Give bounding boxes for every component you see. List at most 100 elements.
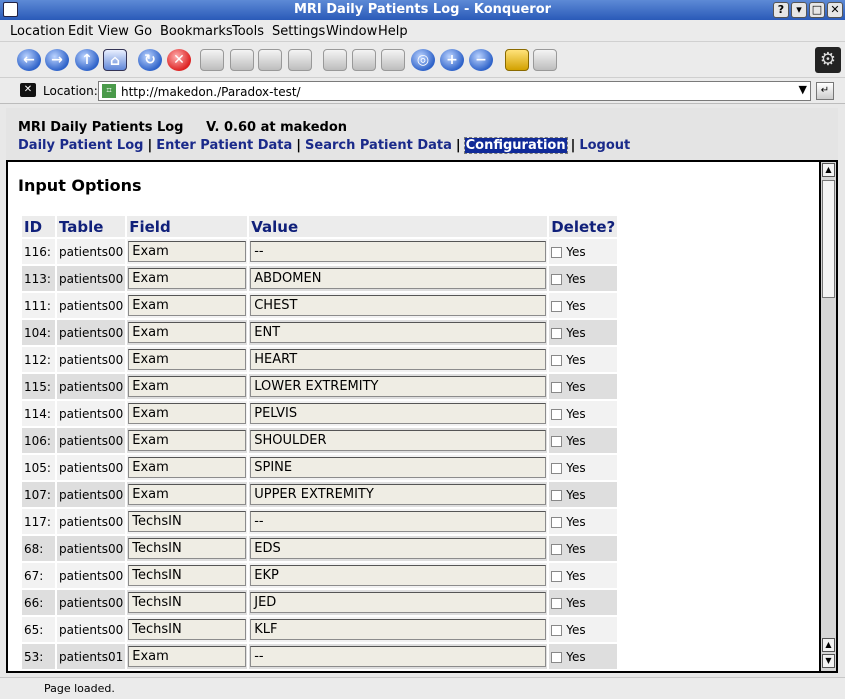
field-input[interactable]: TechsIN xyxy=(128,592,247,613)
menu-edit[interactable]: Edit xyxy=(68,24,93,39)
field-input[interactable]: Exam xyxy=(128,376,247,397)
scroll-down-icon[interactable]: ▼ xyxy=(822,654,835,668)
row-field-cell: Exam xyxy=(127,455,248,480)
delete-checkbox[interactable] xyxy=(551,597,563,609)
value-input[interactable]: EDS xyxy=(250,538,547,559)
value-input[interactable]: UPPER EXTREMITY xyxy=(250,484,547,505)
zoom-icon[interactable]: ◎ xyxy=(411,49,435,71)
delete-checkbox[interactable] xyxy=(551,651,563,663)
help-window-button[interactable]: ? xyxy=(773,2,789,18)
copy-icon[interactable] xyxy=(230,49,254,71)
field-input[interactable]: TechsIN xyxy=(128,565,247,586)
view-icon[interactable] xyxy=(381,49,405,71)
field-input[interactable]: TechsIN xyxy=(128,619,247,640)
menu-help[interactable]: Help xyxy=(378,24,408,39)
cut-icon[interactable] xyxy=(200,49,224,71)
menu-tools[interactable]: Tools xyxy=(232,24,264,39)
value-input[interactable]: KLF xyxy=(250,619,547,640)
nav-configuration[interactable]: Configuration xyxy=(463,137,568,154)
lock-icon[interactable] xyxy=(505,49,529,71)
delete-checkbox[interactable] xyxy=(551,408,563,420)
value-input[interactable]: HEART xyxy=(250,349,547,370)
download-icon[interactable] xyxy=(533,49,557,71)
nav-search-patient-data[interactable]: Search Patient Data xyxy=(305,138,452,153)
delete-checkbox[interactable] xyxy=(551,624,563,636)
row-id: 117: xyxy=(22,509,55,534)
field-input[interactable]: Exam xyxy=(128,241,247,262)
delete-icon[interactable] xyxy=(352,49,376,71)
value-input[interactable]: EKP xyxy=(250,565,547,586)
scroll-up-icon[interactable]: ▲ xyxy=(822,163,835,177)
close-window-button[interactable]: ✕ xyxy=(827,2,843,18)
field-input[interactable]: Exam xyxy=(128,646,247,667)
field-input[interactable]: TechsIN xyxy=(128,511,247,532)
value-input[interactable]: SHOULDER xyxy=(250,430,547,451)
row-delete-cell: Yes xyxy=(549,617,618,642)
zoom-out-icon[interactable]: − xyxy=(469,49,493,71)
field-input[interactable]: Exam xyxy=(128,430,247,451)
menu-bookmarks[interactable]: Bookmarks xyxy=(160,24,233,39)
delete-checkbox[interactable] xyxy=(551,327,563,339)
menu-location[interactable]: Location xyxy=(10,24,65,39)
delete-checkbox[interactable] xyxy=(551,354,563,366)
chevron-down-icon[interactable]: ▼ xyxy=(799,83,807,96)
menu-go[interactable]: Go xyxy=(134,24,152,39)
row-field-cell: Exam xyxy=(127,293,248,318)
field-input[interactable]: Exam xyxy=(128,457,247,478)
field-input[interactable]: Exam xyxy=(128,295,247,316)
scroll-thumb[interactable] xyxy=(822,180,835,298)
reload-icon[interactable]: ↻ xyxy=(138,49,162,71)
delete-checkbox[interactable] xyxy=(551,435,563,447)
maximize-button[interactable]: □ xyxy=(809,2,825,18)
delete-checkbox[interactable] xyxy=(551,516,563,528)
delete-checkbox[interactable] xyxy=(551,570,563,582)
stop-icon[interactable]: ✕ xyxy=(167,49,191,71)
new-folder-icon[interactable] xyxy=(323,49,347,71)
nav-daily-patient-log[interactable]: Daily Patient Log xyxy=(18,138,143,153)
field-input[interactable]: Exam xyxy=(128,322,247,343)
go-button[interactable]: ↵ xyxy=(816,82,834,100)
nav-enter-patient-data[interactable]: Enter Patient Data xyxy=(156,138,292,153)
vertical-scrollbar[interactable]: ▲ ▲ ▼ xyxy=(821,160,838,673)
menu-window[interactable]: Window xyxy=(326,24,377,39)
home-icon[interactable]: ⌂ xyxy=(103,49,127,71)
minimize-button[interactable]: ▾ xyxy=(791,2,807,18)
delete-label: Yes xyxy=(566,649,586,664)
value-input[interactable]: -- xyxy=(250,511,547,532)
print-icon[interactable] xyxy=(288,49,312,71)
field-input[interactable]: TechsIN xyxy=(128,538,247,559)
page-title: MRI Daily Patients Log V. 0.60 at makedo… xyxy=(18,120,347,135)
menu-settings[interactable]: Settings xyxy=(272,24,325,39)
field-input[interactable]: Exam xyxy=(128,484,247,505)
paste-icon[interactable] xyxy=(258,49,282,71)
forward-arrow-icon[interactable]: → xyxy=(45,49,69,71)
zoom-in-icon[interactable]: + xyxy=(440,49,464,71)
location-input[interactable]: ⌗ http://makedon./Paradox-test/ ▼ xyxy=(98,81,811,101)
value-input[interactable]: CHEST xyxy=(250,295,547,316)
delete-checkbox[interactable] xyxy=(551,381,563,393)
delete-checkbox[interactable] xyxy=(551,543,563,555)
nav-logout[interactable]: Logout xyxy=(579,138,630,153)
clear-location-icon[interactable]: ✕ xyxy=(20,83,36,97)
gear-icon[interactable]: ⚙ xyxy=(815,47,841,73)
field-input[interactable]: Exam xyxy=(128,349,247,370)
value-input[interactable]: ABDOMEN xyxy=(250,268,547,289)
delete-checkbox[interactable] xyxy=(551,246,563,258)
value-input[interactable]: -- xyxy=(250,646,547,667)
value-input[interactable]: JED xyxy=(250,592,547,613)
value-input[interactable]: PELVIS xyxy=(250,403,547,424)
delete-checkbox[interactable] xyxy=(551,300,563,312)
delete-checkbox[interactable] xyxy=(551,462,563,474)
value-input[interactable]: LOWER EXTREMITY xyxy=(250,376,547,397)
field-input[interactable]: Exam xyxy=(128,268,247,289)
up-arrow-icon[interactable]: ↑ xyxy=(75,49,99,71)
back-arrow-icon[interactable]: ← xyxy=(17,49,41,71)
delete-checkbox[interactable] xyxy=(551,273,563,285)
value-input[interactable]: SPINE xyxy=(250,457,547,478)
scroll-up-lower-icon[interactable]: ▲ xyxy=(822,638,835,652)
value-input[interactable]: ENT xyxy=(250,322,547,343)
value-input[interactable]: -- xyxy=(250,241,547,262)
delete-checkbox[interactable] xyxy=(551,489,563,501)
menu-view[interactable]: View xyxy=(98,24,129,39)
field-input[interactable]: Exam xyxy=(128,403,247,424)
